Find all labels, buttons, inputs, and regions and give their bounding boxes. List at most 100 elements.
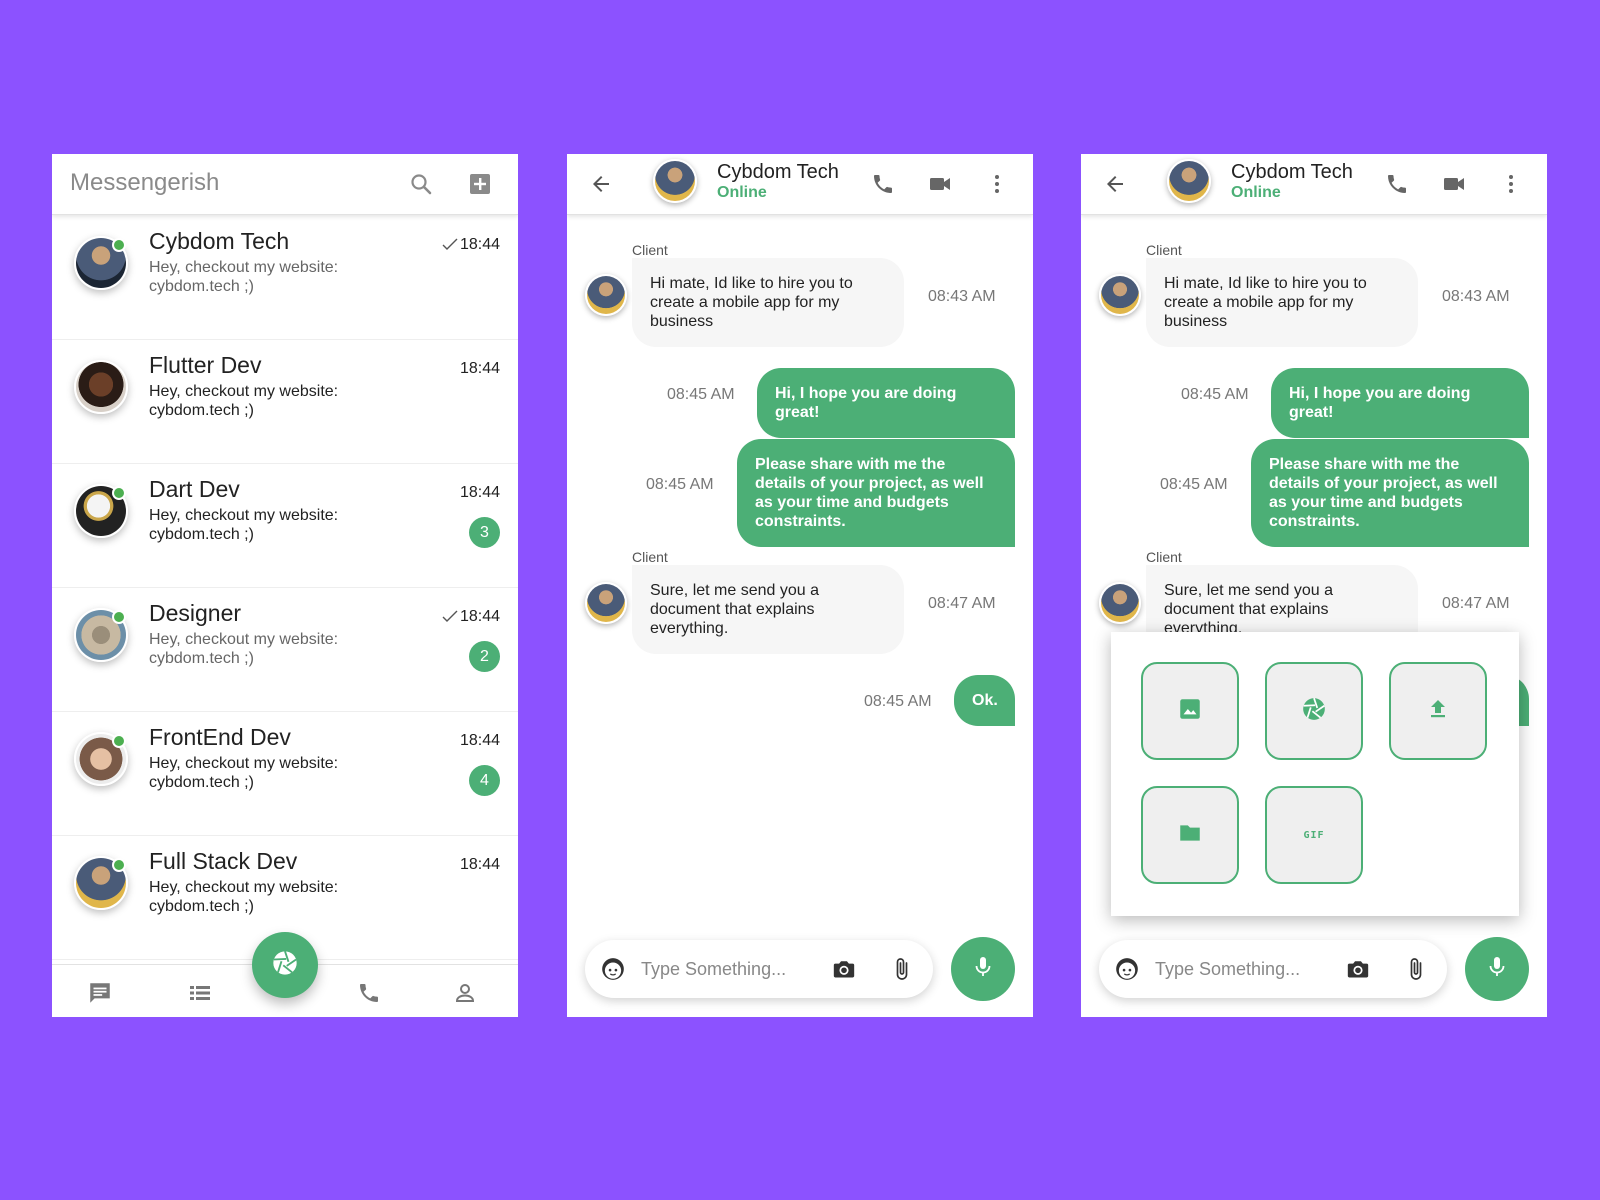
message-time-wrap: 18:44 — [460, 484, 500, 502]
emoji-face-icon[interactable] — [1113, 955, 1141, 983]
list-icon[interactable] — [185, 978, 215, 1008]
online-indicator — [112, 610, 126, 624]
contact-name: Dart Dev — [149, 476, 240, 502]
phone-icon[interactable] — [354, 978, 384, 1008]
message-time: 18:44 — [459, 856, 500, 873]
back-arrow-icon[interactable] — [585, 168, 617, 200]
message-time: 08:45 AM — [667, 386, 735, 403]
chat-icon[interactable] — [85, 978, 115, 1008]
conversation-item[interactable]: Flutter Dev Hey, checkout my website: cyb… — [52, 340, 518, 464]
message-time-wrap: 18:44 — [442, 236, 500, 254]
message-bubble-received: Sure, let me send you a document that ex… — [632, 565, 904, 654]
message-bubble-received: Hi mate, Id like to hire you to create a… — [632, 258, 904, 347]
contact-name: Full Stack Dev — [149, 848, 298, 874]
sender-label: Client — [632, 242, 668, 258]
online-indicator — [112, 734, 126, 748]
conversation-item[interactable]: Designer Hey, checkout my website: cybdom… — [52, 588, 518, 712]
message-bubble-sent: Hi, I hope you are doing great! — [757, 368, 1015, 438]
message-time: 08:43 AM — [1442, 288, 1510, 305]
attach-folder-button[interactable] — [1141, 786, 1239, 884]
message-time: 18:44 — [459, 732, 500, 749]
more-vert-icon[interactable] — [1495, 168, 1527, 200]
avatar — [1099, 274, 1141, 316]
contact-name: Cybdom Tech — [149, 228, 290, 254]
message-bubble-received: Hi mate, Id like to hire you to create a… — [1146, 258, 1418, 347]
attach-camera-button[interactable] — [1265, 662, 1363, 760]
online-indicator — [112, 486, 126, 500]
message-time: 08:45 AM — [1160, 476, 1228, 493]
add-box-icon[interactable] — [464, 168, 496, 200]
search-icon[interactable] — [405, 168, 437, 200]
message-time-wrap: 18:44 — [460, 732, 500, 750]
camera-fab[interactable] — [252, 932, 318, 998]
message-time: 18:44 — [459, 484, 500, 501]
phone-icon[interactable] — [867, 168, 899, 200]
videocam-icon[interactable] — [1438, 168, 1470, 200]
avatar — [74, 360, 128, 414]
back-arrow-icon[interactable] — [1099, 168, 1131, 200]
avatar — [74, 732, 128, 786]
mic-button[interactable] — [951, 937, 1015, 1001]
contact-name: Cybdom Tech — [1231, 161, 1353, 183]
contact-name: Designer — [149, 600, 242, 626]
message-bubble-sent: Ok. — [954, 675, 1015, 726]
attach-clip-icon[interactable] — [1401, 954, 1431, 984]
contact-name: Flutter Dev — [149, 352, 262, 378]
message-time-wrap: 18:44 — [460, 360, 500, 378]
conversation-item[interactable]: Cybdom Tech Hey, checkout my website: cyb… — [52, 216, 518, 340]
message-time: 18:44 — [459, 360, 500, 377]
conversation-item[interactable]: FrontEnd Dev Hey, checkout my website: cy… — [52, 712, 518, 836]
emoji-face-icon[interactable] — [599, 955, 627, 983]
avatar — [74, 608, 128, 662]
person-icon[interactable] — [450, 978, 480, 1008]
conversation-list: Cybdom Tech Hey, checkout my website: cyb… — [52, 216, 518, 960]
camera-shutter-icon — [271, 949, 299, 982]
avatar — [74, 484, 128, 538]
attach-gif-button[interactable]: GIF — [1265, 786, 1363, 884]
attach-upload-button[interactable] — [1389, 662, 1487, 760]
app-bar: Messengerish — [52, 154, 518, 215]
last-message: Hey, checkout my website: cybdom.tech ;) — [149, 507, 339, 543]
contact-status: Online — [1231, 184, 1281, 201]
phone-icon[interactable] — [1381, 168, 1413, 200]
message-time: 08:45 AM — [864, 693, 932, 710]
last-message: Hey, checkout my website: cybdom.tech ;) — [149, 631, 339, 667]
last-message: Hey, checkout my website: cybdom.tech ;) — [149, 879, 339, 915]
more-vert-icon[interactable] — [981, 168, 1013, 200]
last-message: Hey, checkout my website: cybdom.tech ;) — [149, 755, 339, 791]
last-message: Hey, checkout my website: cybdom.tech ;) — [149, 383, 339, 419]
avatar — [74, 236, 128, 290]
upload-icon — [1426, 697, 1450, 726]
sender-label: Client — [1146, 242, 1182, 258]
attach-image-button[interactable] — [1141, 662, 1239, 760]
avatar-image — [76, 362, 126, 412]
mic-icon — [971, 955, 995, 984]
avatar — [585, 582, 627, 624]
message-input[interactable] — [1155, 954, 1335, 984]
message-time: 08:45 AM — [646, 476, 714, 493]
message-bubble-sent: Please share with me the details of your… — [737, 439, 1015, 547]
avatar — [1099, 582, 1141, 624]
image-icon — [1177, 696, 1203, 727]
contact-name: FrontEnd Dev — [149, 724, 291, 750]
message-time-wrap: 18:44 — [442, 608, 500, 626]
online-indicator — [112, 858, 126, 872]
message-bubble-sent: Please share with me the details of your… — [1251, 439, 1529, 547]
chat-header: Cybdom Tech Online — [1081, 154, 1547, 215]
unread-badge: 2 — [469, 641, 500, 672]
camera-shutter-icon — [1301, 696, 1327, 727]
camera-icon[interactable] — [1343, 954, 1373, 984]
chat-screen: Cybdom Tech Online Client Hi mate, Id li… — [567, 154, 1033, 1017]
check-icon — [442, 610, 458, 622]
message-composer — [585, 940, 933, 998]
attach-clip-icon[interactable] — [887, 954, 917, 984]
avatar — [1167, 159, 1211, 203]
videocam-icon[interactable] — [924, 168, 956, 200]
message-bubble-sent: Hi, I hope you are doing great! — [1271, 368, 1529, 438]
camera-icon[interactable] — [829, 954, 859, 984]
conversation-item[interactable]: Dart Dev Hey, checkout my website: cybdom… — [52, 464, 518, 588]
last-message: Hey, checkout my website: cybdom.tech ;) — [149, 259, 339, 295]
mic-button[interactable] — [1465, 937, 1529, 1001]
message-time: 18:44 — [459, 608, 500, 625]
message-input[interactable] — [641, 954, 821, 984]
